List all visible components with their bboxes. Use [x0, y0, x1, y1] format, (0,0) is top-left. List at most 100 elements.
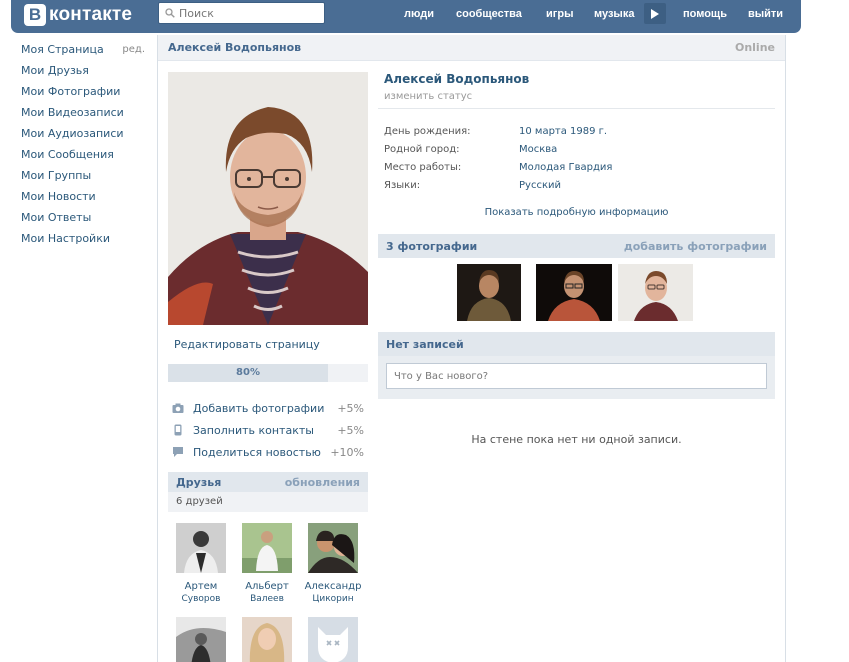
friend-first-name[interactable]: Альберт [234, 580, 300, 593]
search-box[interactable] [158, 2, 325, 24]
tip-label: Добавить фотографии [193, 401, 325, 415]
change-status-link[interactable]: изменить статус [378, 91, 775, 109]
tip-fill-contacts[interactable]: Заполнить контакты +5% [168, 419, 368, 441]
info-row-hometown: Родной город: Москва [384, 140, 775, 158]
info-label: День рождения: [384, 125, 471, 137]
page-title: Алексей Водопьянов [168, 41, 302, 54]
friend-first-name[interactable]: Артем [168, 580, 234, 593]
friend-avatar[interactable] [308, 617, 358, 662]
menu-my-groups[interactable]: Мои Группы [21, 168, 151, 189]
friend-card[interactable]: Александр Цикорин [300, 523, 366, 606]
info-row-birthday: День рождения: 10 марта 1989 г. [384, 122, 775, 140]
friend-avatar[interactable] [242, 523, 292, 573]
profile-right-column: Алексей Водопьянов изменить статус День … [378, 72, 775, 446]
menu-my-audio[interactable]: Мои Аудиозаписи [21, 126, 151, 147]
wall-post-box [378, 356, 775, 399]
friends-title[interactable]: Друзья [176, 476, 221, 489]
info-value[interactable]: Русский [519, 180, 561, 191]
profile-left-column: Редактировать страницу 80% Добавить фото… [168, 72, 368, 662]
add-photos-link[interactable]: добавить фотографии [624, 240, 767, 253]
speech-bubble-icon [173, 447, 183, 457]
info-label: Языки: [384, 179, 421, 191]
search-icon [165, 8, 175, 18]
tip-percent: +5% [337, 401, 364, 415]
nav-people[interactable]: люди [404, 8, 434, 20]
wall-empty-message: На стене пока нет ни одной записи. [471, 433, 682, 446]
friend-card[interactable] [168, 617, 234, 662]
friend-card[interactable]: Артем Суворов [168, 523, 234, 606]
friends-header: Друзья обновления [168, 472, 368, 492]
menu-my-settings[interactable]: Мои Настройки [21, 231, 151, 252]
friends-grid: Артем Суворов Альберт Валеев Александр Ц… [168, 512, 368, 662]
menu-edit-link[interactable]: ред. [122, 42, 145, 58]
menu-my-videos[interactable]: Мои Видеозаписи [21, 105, 151, 126]
menu-my-answers[interactable]: Мои Ответы [21, 210, 151, 231]
profile-content: Алексей Водопьянов Online Редактировать … [157, 35, 786, 662]
play-button[interactable] [644, 3, 666, 24]
top-header: В контакте люди сообщества игры музыка п… [11, 0, 801, 33]
profile-info: День рождения: 10 марта 1989 г. Родной г… [378, 122, 775, 194]
photo-thumbnail[interactable] [457, 264, 521, 321]
play-icon [651, 8, 659, 19]
show-more-info-link[interactable]: Показать подробную информацию [378, 207, 775, 218]
tip-share-news[interactable]: Поделиться новостью +10% [168, 441, 368, 463]
nav-help[interactable]: помощь [683, 8, 727, 20]
friend-avatar[interactable] [176, 523, 226, 573]
tip-add-photos[interactable]: Добавить фотографии +5% [168, 397, 368, 419]
friend-card[interactable] [300, 617, 366, 662]
menu-my-messages[interactable]: Мои Сообщения [21, 147, 151, 168]
friend-last-name[interactable]: Валеев [234, 593, 300, 606]
wall-title: Нет записей [386, 337, 464, 351]
friends-count[interactable]: 6 друзей [168, 492, 368, 512]
phone-icon [174, 424, 182, 436]
tip-percent: +10% [330, 445, 364, 459]
tip-label: Заполнить контакты [193, 423, 314, 437]
nav-groups[interactable]: сообщества [456, 8, 522, 20]
info-row-languages: Языки: Русский [384, 176, 775, 194]
profile-progress-bar: 80% [168, 364, 368, 382]
info-label: Родной город: [384, 143, 460, 155]
nav-exit[interactable]: выйти [748, 8, 783, 20]
profile-title-bar: Алексей Водопьянов Online [158, 35, 785, 61]
info-row-work: Место работы: Молодая Гвардия [384, 158, 775, 176]
friend-last-name[interactable]: Цикорин [300, 593, 366, 606]
logo-mark: В [24, 4, 46, 26]
profile-photo[interactable] [168, 72, 368, 325]
logo-text: контакте [49, 4, 133, 25]
menu-my-page[interactable]: Моя Страница ред. [21, 42, 151, 63]
tip-label: Поделиться новостью [193, 445, 321, 459]
photos-title[interactable]: 3 фотографии [386, 240, 477, 253]
friend-last-name[interactable]: Суворов [168, 593, 234, 606]
menu-label: Моя Страница [21, 43, 104, 56]
friend-card[interactable]: Альберт Валеев [234, 523, 300, 606]
photo-thumbnail[interactable] [536, 264, 612, 321]
profile-name: Алексей Водопьянов [384, 72, 530, 86]
nav-music[interactable]: музыка [594, 8, 634, 20]
tip-percent: +5% [337, 423, 364, 437]
menu-my-photos[interactable]: Мои Фотографии [21, 84, 151, 105]
search-input[interactable] [179, 6, 319, 20]
menu-my-news[interactable]: Мои Новости [21, 189, 151, 210]
online-status: Online [734, 41, 775, 54]
info-value[interactable]: Москва [519, 144, 557, 155]
wall-header: Нет записей [378, 332, 775, 356]
photo-thumbnail[interactable] [618, 264, 693, 321]
left-menu: Моя Страница ред. Мои Друзья Мои Фотогра… [21, 42, 151, 252]
menu-my-friends[interactable]: Мои Друзья [21, 63, 151, 84]
vk-logo[interactable]: В контакте [24, 3, 132, 27]
wall-post-input[interactable] [386, 363, 767, 389]
friend-avatar[interactable] [176, 617, 226, 662]
nav-games[interactable]: игры [546, 8, 573, 20]
profile-tips: Добавить фотографии +5% Заполнить контак… [168, 397, 368, 463]
friend-avatar[interactable] [308, 523, 358, 573]
progress-label: 80% [236, 367, 260, 378]
photos-header: 3 фотографии добавить фотографии [378, 234, 775, 258]
friend-avatar[interactable] [242, 617, 292, 662]
friend-card[interactable] [234, 617, 300, 662]
edit-page-link[interactable]: Редактировать страницу [168, 338, 368, 351]
info-label: Место работы: [384, 161, 462, 173]
info-value[interactable]: 10 марта 1989 г. [519, 126, 607, 137]
info-value[interactable]: Молодая Гвардия [519, 162, 612, 173]
friends-updates-link[interactable]: обновления [285, 476, 360, 489]
friend-first-name[interactable]: Александр [300, 580, 366, 593]
